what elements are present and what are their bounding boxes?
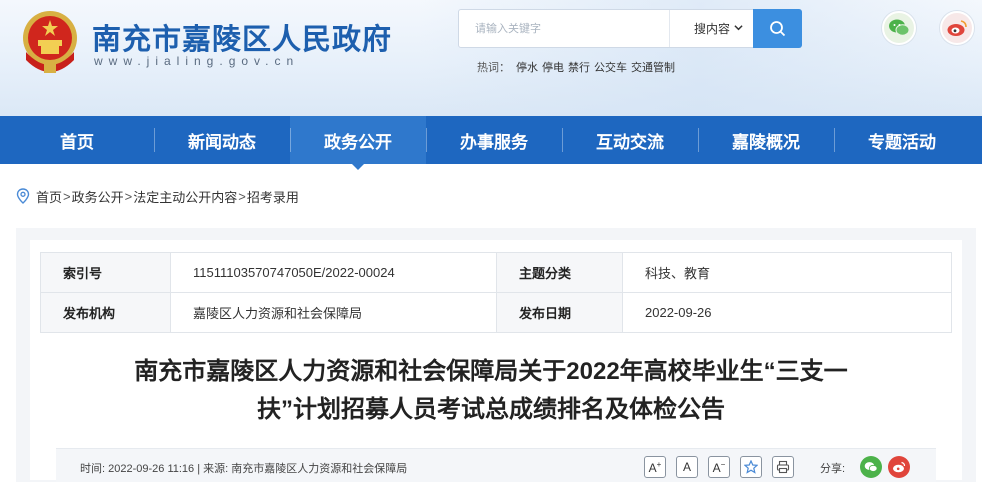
index-value: 11511103570747050E/2022-00024 [170,252,497,293]
wechat-button[interactable] [882,11,916,45]
main-nav: 首页 新闻动态 政务公开 办事服务 互动交流 嘉陵概况 专题活动 [0,116,982,170]
hot-word[interactable]: 停水 [516,62,538,74]
print-button[interactable] [772,456,794,478]
nav-item-overview[interactable]: 嘉陵概况 [698,116,834,164]
hot-word[interactable]: 交通管制 [631,62,675,74]
wechat-icon [889,19,910,36]
breadcrumb: 首页 > 政务公开 > 法定主动公开内容 > 招考录用 [16,186,299,206]
weibo-icon [947,20,967,36]
hot-word[interactable]: 停电 [542,62,564,74]
search-scope-value: 搜内容 [694,22,731,36]
category-label: 主题分类 [496,252,623,293]
search-box: 搜内容 [458,9,802,48]
index-label: 索引号 [40,252,171,293]
table-row: 索引号 11511103570747050E/2022-00024 主题分类 科… [40,252,952,293]
article-title-line: 扶”计划招募人员考试总成绩排名及体检公告 [257,396,725,423]
date-value: 2022-09-26 [622,292,952,333]
search-scope-select[interactable]: 搜内容 [669,10,753,47]
share-wechat-button[interactable] [860,456,882,478]
favorite-button[interactable] [740,456,762,478]
nav-item-home[interactable]: 首页 [0,116,154,164]
national-emblem-icon [23,11,77,73]
nav-item-topics[interactable]: 专题活动 [834,116,970,164]
wechat-icon [864,462,878,472]
font-increase-button[interactable]: A+ [644,456,666,478]
site-url: www.jialing.gov.cn [94,54,300,68]
font-decrease-icon: A− [712,459,726,475]
article-meta-line: 时间: 2022-09-26 11:16 | 来源: 南充市嘉陵区人力资源和社会… [80,460,407,476]
time-label: 时间: [80,463,106,475]
article-info-bar: 时间: 2022-09-26 11:16 | 来源: 南充市嘉陵区人力资源和社会… [56,448,936,482]
site-header: 南充市嘉陵区人民政府 www.jialing.gov.cn 搜内容 热词： 停水停… [0,0,982,116]
share-label: 分享: [820,463,846,475]
weibo-button[interactable] [940,11,974,45]
search-input[interactable] [459,10,667,47]
breadcrumb-home[interactable]: 首页 [36,187,62,206]
nav-item-interaction[interactable]: 互动交流 [562,116,698,164]
font-decrease-button[interactable]: A− [708,456,730,478]
source-label: 来源: [203,463,229,475]
nav-item-news[interactable]: 新闻动态 [154,116,290,164]
hot-words: 热词： 停水 停电 禁行 公交车 交通管制 [477,59,679,75]
search-icon [769,20,785,36]
date-label: 发布日期 [496,292,623,333]
font-reset-button[interactable]: A [676,456,698,478]
hot-word[interactable]: 禁行 [568,62,590,74]
article-meta-table: 索引号 11511103570747050E/2022-00024 主题分类 科… [40,252,952,333]
article-title-line: 南充市嘉陵区人力资源和社会保障局关于2022年高校毕业生“三支一 [134,358,848,385]
breadcrumb-legal-disclosure[interactable]: 法定主动公开内容 [133,187,237,206]
breadcrumb-recruitment[interactable]: 招考录用 [247,187,299,206]
source-value: 南充市嘉陵区人力资源和社会保障局 [231,463,408,475]
breadcrumb-separator: > [124,188,133,204]
table-row: 发布机构 嘉陵区人力资源和社会保障局 发布日期 2022-09-26 [40,292,952,333]
search-button[interactable] [753,9,802,48]
breadcrumb-gov-affairs[interactable]: 政务公开 [72,187,124,206]
hot-words-label: 热词： [477,62,510,74]
org-label: 发布机构 [40,292,171,333]
meta-separator: | [197,463,201,475]
time-value: 2022-09-26 11:16 [108,463,195,475]
nav-item-gov-affairs[interactable]: 政务公开 [290,116,426,170]
breadcrumb-separator: > [63,188,71,204]
hot-word[interactable]: 公交车 [594,62,627,74]
weibo-icon [893,461,906,473]
org-value: 嘉陵区人力资源和社会保障局 [170,292,497,333]
share-weibo-button[interactable] [888,456,910,478]
font-increase-icon: A+ [648,459,662,475]
font-reset-icon: A [682,460,691,474]
site-title[interactable]: 南充市嘉陵区人民政府 [92,16,392,58]
location-pin-icon [16,188,30,204]
article-title: 南充市嘉陵区人力资源和社会保障局关于2022年高校毕业生“三支一 扶”计划招募人… [30,353,952,429]
nav-item-services[interactable]: 办事服务 [426,116,562,164]
star-icon [744,460,758,474]
category-value: 科技、教育 [622,252,952,293]
printer-icon [776,460,790,474]
breadcrumb-separator: > [238,188,246,204]
chevron-down-icon [734,25,743,31]
